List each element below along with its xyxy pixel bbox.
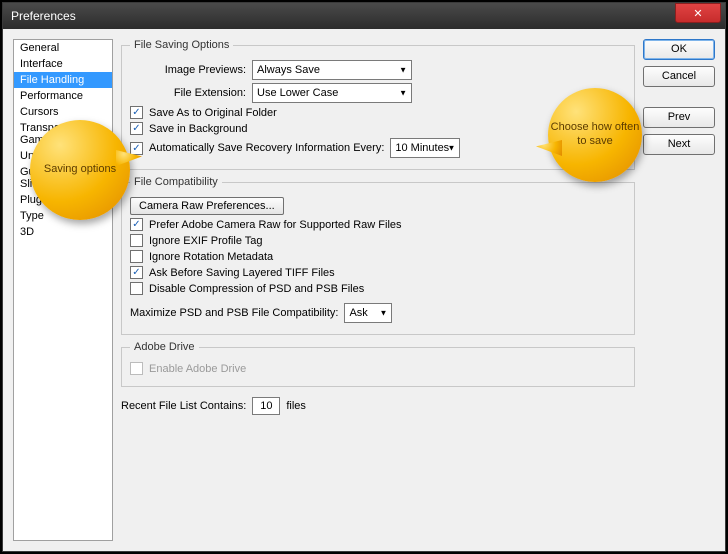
maximize-compat-value: Ask [349,307,367,319]
ask-tiff-checkbox[interactable] [130,266,143,279]
chevron-down-icon: ▼ [399,89,407,98]
camera-raw-prefs-button[interactable]: Camera Raw Preferences... [130,197,284,215]
maximize-compat-label: Maximize PSD and PSB File Compatibility: [130,307,338,319]
enable-adobe-drive-label: Enable Adobe Drive [149,363,246,375]
enable-adobe-drive-checkbox [130,362,143,375]
callout-auto-save: Choose how often to save [548,88,642,182]
cancel-button[interactable]: Cancel [643,66,715,87]
ignore-rotation-label: Ignore Rotation Metadata [149,251,273,263]
recent-files-input[interactable]: 10 [252,397,280,415]
prefer-acr-label: Prefer Adobe Camera Raw for Supported Ra… [149,219,402,231]
next-button[interactable]: Next [643,134,715,155]
chevron-down-icon: ▼ [399,66,407,75]
auto-save-checkbox[interactable] [130,142,143,155]
chevron-down-icon: ▼ [380,309,388,318]
file-compatibility-legend: File Compatibility [130,176,222,188]
prev-button[interactable]: Prev [643,107,715,128]
sidebar-item-cursors[interactable]: Cursors [14,104,112,120]
auto-save-interval-value: 10 Minutes [395,142,449,154]
file-extension-select[interactable]: Use Lower Case ▼ [252,83,412,103]
save-background-label: Save in Background [149,123,247,135]
file-compatibility-group: File Compatibility Camera Raw Preference… [121,176,635,335]
save-background-checkbox[interactable] [130,122,143,135]
ignore-exif-checkbox[interactable] [130,234,143,247]
window-title: Preferences [7,9,675,23]
auto-save-label: Automatically Save Recovery Information … [149,142,384,154]
chevron-down-icon: ▼ [447,144,455,153]
sidebar-item-file-handling[interactable]: File Handling [14,72,112,88]
ignore-rotation-checkbox[interactable] [130,250,143,263]
maximize-compat-select[interactable]: Ask ▼ [344,303,392,323]
disable-compression-label: Disable Compression of PSD and PSB Files [149,283,364,295]
sidebar-item-general[interactable]: General [14,40,112,56]
ask-tiff-label: Ask Before Saving Layered TIFF Files [149,267,335,279]
callout-saving-options-text: Saving options [44,163,116,177]
callout-auto-save-text: Choose how often to save [548,121,642,149]
auto-save-interval-select[interactable]: 10 Minutes ▼ [390,138,460,158]
recent-files-label-pre: Recent File List Contains: [121,400,246,412]
adobe-drive-legend: Adobe Drive [130,341,199,353]
disable-compression-checkbox[interactable] [130,282,143,295]
adobe-drive-group: Adobe Drive Enable Adobe Drive [121,341,635,387]
category-sidebar: General Interface File Handling Performa… [13,39,113,541]
image-previews-value: Always Save [257,64,320,76]
close-icon: ✕ [693,7,702,20]
sidebar-item-3d[interactable]: 3D [14,224,112,240]
close-button[interactable]: ✕ [675,3,721,23]
prefer-acr-checkbox[interactable] [130,218,143,231]
sidebar-item-performance[interactable]: Performance [14,88,112,104]
file-extension-label: File Extension: [130,87,246,99]
file-saving-legend: File Saving Options [130,39,233,51]
save-original-label: Save As to Original Folder [149,107,277,119]
sidebar-item-interface[interactable]: Interface [14,56,112,72]
file-extension-value: Use Lower Case [257,87,338,99]
ok-button[interactable]: OK [643,39,715,60]
image-previews-select[interactable]: Always Save ▼ [252,60,412,80]
recent-files-label-post: files [286,400,306,412]
ignore-exif-label: Ignore EXIF Profile Tag [149,235,263,247]
callout-saving-options: Saving options [30,120,130,220]
save-original-checkbox[interactable] [130,106,143,119]
image-previews-label: Image Previews: [130,64,246,76]
